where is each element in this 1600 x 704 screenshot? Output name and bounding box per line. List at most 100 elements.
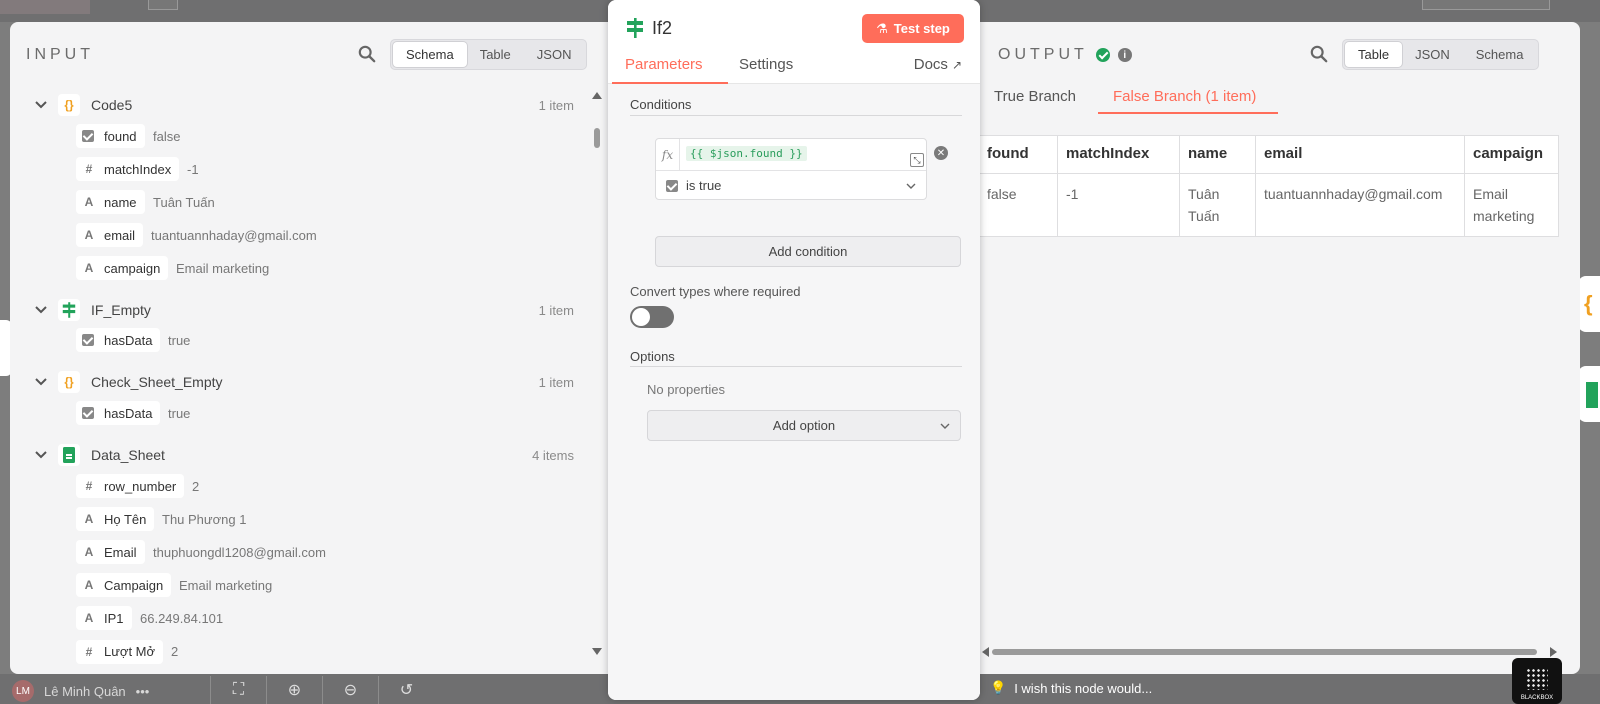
blackbox-widget[interactable]: BLACKBOX: [1512, 658, 1562, 704]
schema-field-chip[interactable]: hasData: [76, 328, 161, 352]
scroll-right-icon[interactable]: [1550, 647, 1557, 657]
docs-link[interactable]: Docs ↗: [914, 56, 962, 73]
input-tab-table[interactable]: Table: [467, 42, 524, 67]
expand-editor-icon[interactable]: ⤡: [910, 153, 924, 167]
schema-field-row[interactable]: Acampaign Email marketing: [10, 253, 590, 283]
operator-select[interactable]: is true: [666, 178, 721, 193]
true-branch-tab[interactable]: True Branch: [994, 88, 1076, 105]
schema-field-chip[interactable]: A Campaign: [76, 573, 172, 598]
false-branch-tab[interactable]: False Branch (1 item): [1113, 88, 1256, 105]
input-scroll-thumb[interactable]: [594, 128, 600, 148]
schema-field-key: IP1: [104, 610, 124, 626]
external-link-icon: ↗: [951, 57, 962, 72]
schema-field-row[interactable]: A Email thuphuongdl1208@gmail.com: [10, 537, 590, 567]
schema-field-chip[interactable]: Acampaign: [76, 256, 169, 281]
zoom-out-icon[interactable]: ⊖: [322, 676, 378, 704]
output-tab-table[interactable]: Table: [1345, 42, 1403, 67]
schema-node-row[interactable]: IF_Empty 1 item: [10, 293, 590, 327]
tab-settings[interactable]: Settings: [739, 56, 793, 73]
schema-field-chip[interactable]: # row_number: [76, 474, 185, 498]
schema-field-key: Email: [104, 544, 137, 560]
string-type-icon: A: [84, 611, 94, 626]
schema-node-row[interactable]: Data_Sheet 4 items: [10, 438, 590, 472]
search-icon[interactable]: [358, 45, 376, 63]
code-icon: {}: [58, 371, 80, 393]
add-option-button[interactable]: Add option: [647, 410, 961, 441]
schema-field-row[interactable]: A Campaign Email marketing: [10, 570, 590, 600]
undo-icon[interactable]: ↺: [378, 676, 434, 704]
schema-field-chip[interactable]: A IP1: [76, 606, 132, 631]
output-tab-schema[interactable]: Schema: [1463, 42, 1537, 67]
node-settings-panel: If2 ⚗ Test step Parameters Settings Docs…: [608, 0, 980, 700]
canvas-top-actions: [1422, 0, 1550, 10]
node-title[interactable]: If2: [652, 18, 672, 39]
schema-field-row[interactable]: Aname Tuân Tuấn: [10, 187, 590, 217]
add-condition-button[interactable]: Add condition: [655, 236, 961, 267]
output-view-switch: Table JSON Schema: [1342, 39, 1540, 70]
schema-field-value: Tuân Tuấn: [153, 194, 215, 210]
chevron-down-icon[interactable]: [34, 98, 48, 112]
add-option-label: Add option: [772, 418, 836, 433]
fit-view-icon[interactable]: ⛶: [210, 676, 266, 704]
schema-field-chip[interactable]: Aname: [76, 190, 145, 215]
chevron-down-icon[interactable]: [34, 375, 48, 389]
test-step-button[interactable]: ⚗ Test step: [862, 14, 964, 43]
schema-field-chip[interactable]: found: [76, 124, 145, 148]
schema-field-key: found: [104, 128, 137, 144]
table-header-row: found matchIndex name email campaign: [980, 135, 1559, 174]
no-properties-text: No properties: [647, 382, 726, 397]
search-icon[interactable]: [1310, 45, 1328, 63]
options-label: Options: [630, 349, 675, 364]
number-type-icon: #: [85, 479, 93, 493]
input-scrollbar[interactable]: [592, 92, 602, 660]
input-view-switch: Schema Table JSON: [390, 39, 588, 70]
remove-condition-icon[interactable]: ✕: [934, 146, 948, 160]
schema-field-row[interactable]: hasData true: [10, 325, 590, 355]
input-tab-json[interactable]: JSON: [524, 42, 585, 67]
scroll-down-icon[interactable]: [592, 648, 602, 655]
schema-field-chip[interactable]: A Họ Tên: [76, 507, 155, 532]
schema-field-row[interactable]: # Lượt Mở 2: [10, 637, 590, 667]
more-icon[interactable]: •••: [136, 684, 150, 699]
output-tab-json[interactable]: JSON: [1402, 42, 1463, 67]
output-h-scroll-thumb[interactable]: [992, 649, 1537, 655]
schema-node-row[interactable]: {} Check_Sheet_Empty 1 item: [10, 365, 590, 399]
schema-field-chip[interactable]: Aemail: [76, 223, 144, 248]
scroll-left-icon[interactable]: [982, 647, 989, 657]
tab-parameters[interactable]: Parameters: [625, 56, 703, 73]
schema-field-chip[interactable]: # matchIndex: [76, 157, 180, 182]
schema-field-row[interactable]: A Họ Tên Thu Phương 1: [10, 504, 590, 534]
schema-field-row[interactable]: # row_number 2: [10, 471, 590, 501]
condition-expression-input[interactable]: {{ $json.found }}: [686, 146, 807, 161]
schema-field-chip[interactable]: # Lượt Mở: [76, 639, 164, 664]
schema-field-row[interactable]: A IP1 66.249.84.101: [10, 603, 590, 633]
feedback-prompt[interactable]: 💡 I wish this node would...: [990, 680, 1152, 696]
schema-field-chip[interactable]: A Email: [76, 540, 145, 565]
zoom-in-icon[interactable]: ⊕: [266, 676, 322, 704]
schema-field-row[interactable]: hasData true: [10, 398, 590, 428]
schema-field-row[interactable]: found false: [10, 121, 590, 151]
chevron-down-icon[interactable]: [34, 303, 48, 317]
schema-field-row[interactable]: # matchIndex -1: [10, 154, 590, 184]
string-type-icon: A: [84, 545, 94, 560]
info-icon[interactable]: i: [1117, 48, 1132, 62]
schema-field-row[interactable]: Aemail tuantuannhaday@gmail.com: [10, 220, 590, 250]
blackbox-label: BLACKBOX: [1520, 695, 1554, 701]
schema-node-row[interactable]: {} Code5 1 item: [10, 88, 590, 122]
string-type-icon: A: [84, 261, 94, 276]
scroll-up-icon[interactable]: [592, 92, 602, 99]
chevron-down-icon[interactable]: [906, 181, 916, 191]
chevron-down-icon[interactable]: [34, 448, 48, 462]
schema-node-name: IF_Empty: [91, 302, 151, 318]
schema-field-key: Họ Tên: [104, 511, 147, 527]
user-menu[interactable]: LM Lê Minh Quân •••: [12, 680, 149, 702]
convert-types-toggle[interactable]: [630, 306, 674, 328]
docs-label: Docs: [913, 56, 948, 73]
node-parameters: Conditions fx {{ $json.found }} ⤡ is tru…: [608, 84, 980, 700]
schema-field-value: thuphuongdl1208@gmail.com: [153, 544, 326, 560]
column-header: email: [1255, 135, 1465, 174]
schema-field-value: false: [153, 128, 181, 144]
input-tab-schema[interactable]: Schema: [393, 42, 467, 67]
schema-field-value: 2: [192, 478, 200, 494]
schema-field-chip[interactable]: hasData: [76, 401, 161, 425]
